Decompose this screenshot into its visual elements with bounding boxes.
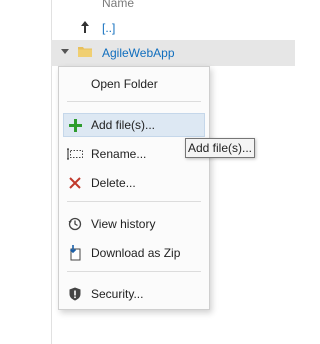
menu-separator xyxy=(67,271,201,272)
menu-item-label: Rename... xyxy=(91,147,147,161)
shield-icon xyxy=(67,286,83,302)
folder-name-link[interactable]: AgileWebApp xyxy=(102,46,175,60)
menu-item-security[interactable]: Security... xyxy=(59,282,209,306)
menu-item-label: Delete... xyxy=(91,176,136,190)
plus-icon xyxy=(67,117,83,133)
menu-item-open-folder[interactable]: Open Folder xyxy=(59,72,209,96)
menu-item-delete[interactable]: Delete... xyxy=(59,171,209,195)
download-zip-icon xyxy=(67,245,83,261)
menu-item-label: Download as Zip xyxy=(91,246,181,260)
menu-item-label: Add file(s)... xyxy=(91,118,156,132)
expand-chevron-icon[interactable] xyxy=(61,49,69,54)
rename-icon xyxy=(67,146,83,162)
menu-item-view-history[interactable]: View history xyxy=(59,212,209,236)
delete-x-icon xyxy=(67,175,83,191)
folder-row-selected[interactable]: AgileWebApp xyxy=(51,40,295,66)
tooltip: Add file(s)... xyxy=(185,138,255,158)
folder-icon xyxy=(78,47,92,57)
name-column-header[interactable]: Name xyxy=(102,0,134,10)
menu-item-download-zip[interactable]: Download as Zip xyxy=(59,241,209,265)
parent-folder-row[interactable]: [..] xyxy=(51,16,295,42)
menu-separator xyxy=(67,101,201,102)
menu-item-label: Open Folder xyxy=(91,77,158,91)
parent-folder-link[interactable]: [..] xyxy=(102,21,115,35)
context-menu: Open Folder Add file(s)... Rename... Del… xyxy=(58,66,210,310)
history-icon xyxy=(67,216,83,232)
menu-item-label: Security... xyxy=(91,287,144,301)
up-arrow-icon xyxy=(81,21,89,33)
menu-item-add-files[interactable]: Add file(s)... xyxy=(63,113,205,137)
menu-separator xyxy=(67,201,201,202)
left-panel-edge xyxy=(0,0,52,344)
menu-item-label: View history xyxy=(91,217,156,231)
